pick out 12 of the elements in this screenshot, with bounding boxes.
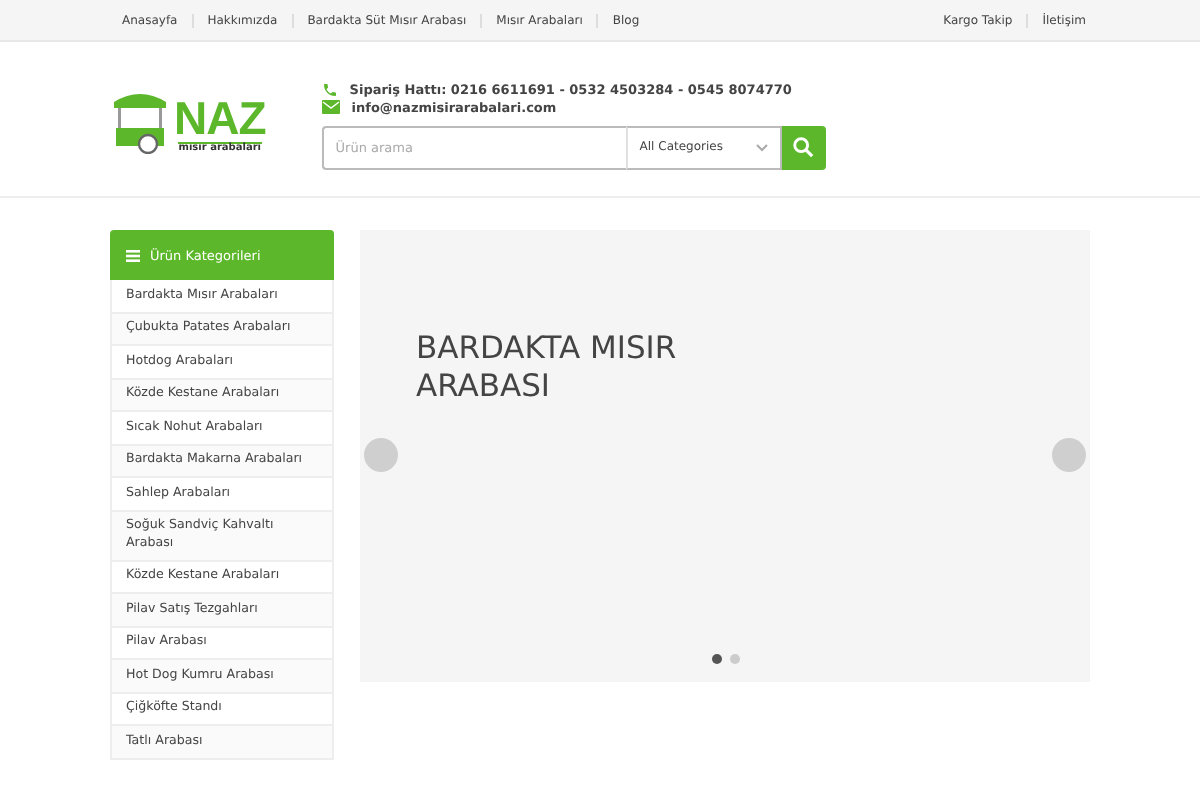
list-icon bbox=[126, 249, 140, 261]
envelope-icon bbox=[321, 100, 340, 114]
slide-dot[interactable] bbox=[711, 654, 721, 664]
phone-icon bbox=[321, 81, 338, 97]
slide-dot[interactable] bbox=[729, 654, 739, 664]
previous-slide-button[interactable] bbox=[364, 438, 398, 472]
search-icon bbox=[792, 136, 815, 158]
logo-title: NAZ bbox=[174, 95, 266, 141]
slide-heading: BARDAKTA MISIR ARABASI bbox=[416, 330, 679, 408]
chevron-down-icon bbox=[755, 143, 768, 151]
next-slide-button[interactable] bbox=[1052, 438, 1086, 472]
search-button[interactable] bbox=[781, 125, 826, 169]
